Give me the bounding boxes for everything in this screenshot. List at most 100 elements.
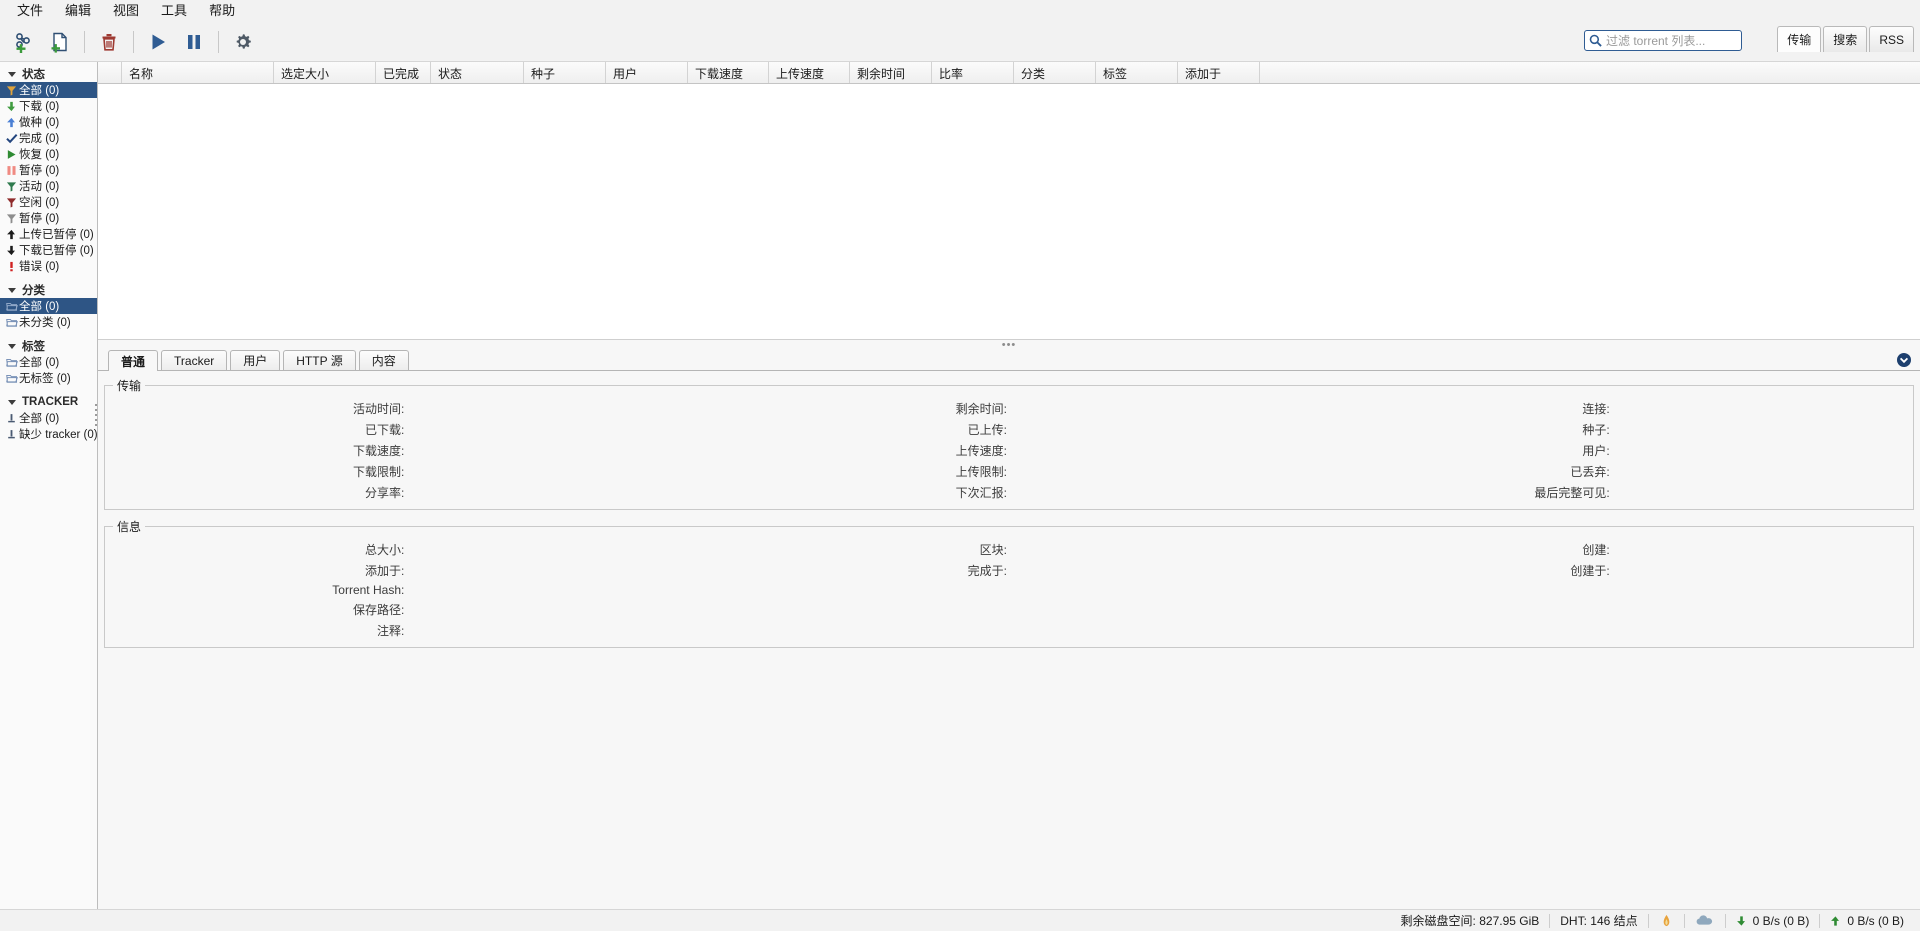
- torrent-list-header: 名称 选定大小 已完成 状态 种子 用户 下载速度 上传速度 剩余时间 比率 分…: [98, 62, 1920, 84]
- sidebar-item-paused[interactable]: 暂停 (0): [0, 162, 97, 178]
- folder-icon: [4, 357, 19, 368]
- details-tab-general[interactable]: 普通: [108, 350, 159, 371]
- field-comment: 注释:: [105, 622, 708, 639]
- menu-item-view[interactable]: 视图: [102, 1, 150, 21]
- sidebar-item-label: 全部 (0): [19, 301, 60, 313]
- firewall-icon: [1663, 914, 1669, 927]
- field-value: [406, 622, 707, 639]
- sidebar-item-label: 空闲 (0): [19, 197, 60, 209]
- sidebar-item-all[interactable]: 全部 (0): [0, 82, 97, 98]
- sidebar-item-resumed[interactable]: 恢复 (0): [0, 146, 97, 162]
- sidebar-group-title: 标签: [22, 341, 45, 353]
- field-value: [1612, 442, 1913, 459]
- status-dht-nodes: DHT: 146 结点: [1560, 914, 1638, 928]
- field-spacer-4: [1310, 601, 1913, 618]
- start-button[interactable]: [143, 27, 173, 57]
- pause-icon: [188, 34, 200, 49]
- column-header-category[interactable]: 分类: [1014, 62, 1096, 83]
- status-alternative-speed[interactable]: [1685, 913, 1725, 928]
- field-label: [708, 601, 1009, 618]
- field-value: [1009, 562, 1310, 579]
- column-header-handle[interactable]: [98, 62, 122, 83]
- pause-button[interactable]: [179, 27, 209, 57]
- sidebar-item-seeding[interactable]: 做种 (0): [0, 114, 97, 130]
- column-header-added-on[interactable]: 添加于: [1178, 62, 1260, 83]
- field-label: 保存路径:: [352, 603, 405, 617]
- sidebar-item-tag-untagged[interactable]: 无标签 (0): [0, 370, 97, 386]
- column-header-done[interactable]: 已完成: [376, 62, 431, 83]
- torrent-list-body[interactable]: [98, 84, 1920, 339]
- column-header-up-speed[interactable]: 上传速度: [769, 62, 850, 83]
- sidebar-item-tracker-all[interactable]: 全部 (0): [0, 410, 97, 426]
- menu-item-help[interactable]: 帮助: [198, 1, 246, 21]
- sidebar-item-label: 未分类 (0): [19, 317, 71, 329]
- sidebar-item-stalled[interactable]: 暂停 (0): [0, 210, 97, 226]
- sidebar-item-label: 完成 (0): [19, 133, 60, 145]
- sidebar-item-stalled-uploading[interactable]: 上传已暂停 (0): [0, 226, 97, 242]
- sidebar-item-label: 上传已暂停 (0): [19, 229, 94, 241]
- sidebar-item-downloading[interactable]: 下载 (0): [0, 98, 97, 114]
- transfer-legend: 传输: [117, 379, 142, 393]
- status-disk-space: 剩余磁盘空间: 827.95 GiB: [1400, 914, 1540, 928]
- add-torrent-link-button[interactable]: [9, 27, 39, 57]
- status-connection-status[interactable]: [1649, 913, 1684, 928]
- details-tab-trackers[interactable]: Tracker: [161, 350, 228, 370]
- details-tab-peers[interactable]: 用户: [230, 350, 281, 370]
- column-header-eta[interactable]: 剩余时间: [850, 62, 932, 83]
- sidebar-item-active[interactable]: 活动 (0): [0, 178, 97, 194]
- field-label: Torrent Hash:: [332, 583, 405, 597]
- add-torrent-file-button[interactable]: [45, 27, 75, 57]
- sidebar-item-tag-all[interactable]: 全部 (0): [0, 354, 97, 370]
- column-header-ratio[interactable]: 比率: [932, 62, 1014, 83]
- sidebar-item-stalled-downloading[interactable]: 下载已暂停 (0): [0, 242, 97, 258]
- sidebar-group-header-tags[interactable]: 标签: [0, 338, 97, 354]
- field-label: 已丢弃:: [1570, 465, 1610, 479]
- search-filter-box[interactable]: [1584, 30, 1742, 51]
- sidebar-item-errored[interactable]: 错误 (0): [0, 258, 97, 274]
- main-tab-strip: 传输 搜索 RSS: [1777, 26, 1914, 52]
- sidebar-item-category-all[interactable]: 全部 (0): [0, 298, 97, 314]
- sidebar-group-header-trackers[interactable]: TRACKER: [0, 394, 97, 410]
- field-seeds: 种子:: [1310, 421, 1913, 438]
- field-label: 剩余时间:: [955, 402, 1007, 416]
- details-tab-content[interactable]: 内容: [358, 350, 409, 370]
- tab-rss[interactable]: RSS: [1869, 26, 1914, 52]
- details-splitter[interactable]: •••: [98, 340, 1920, 351]
- collapse-details-button[interactable]: [1896, 352, 1912, 368]
- delete-button[interactable]: [94, 27, 124, 57]
- field-value: [406, 442, 707, 459]
- cloud-icon: [1696, 915, 1712, 925]
- column-header-seeds[interactable]: 种子: [524, 62, 606, 83]
- field-total-size: 总大小:: [105, 541, 708, 558]
- column-header-selected-size[interactable]: 选定大小: [274, 62, 376, 83]
- field-pieces: 区块:: [708, 541, 1311, 558]
- sidebar-item-completed[interactable]: 完成 (0): [0, 130, 97, 146]
- sidebar-item-category-uncategorized[interactable]: 未分类 (0): [0, 314, 97, 330]
- delete-icon: [102, 33, 116, 51]
- column-header-name[interactable]: 名称: [122, 62, 274, 83]
- search-input[interactable]: [1602, 32, 1737, 49]
- menu-item-tools[interactable]: 工具: [150, 1, 198, 21]
- sidebar-item-label: 缺少 tracker (0): [19, 429, 97, 441]
- menu-item-file[interactable]: 文件: [6, 1, 54, 21]
- status-upload-speed: 0 B/s (0 B): [1820, 911, 1914, 931]
- information-fields: 总大小: 区块: 创建: 添加于: 完成于: 创建于: Torrent Hash…: [105, 541, 1913, 639]
- sidebar-item-label: 全部 (0): [19, 413, 60, 425]
- field-label: 创建于:: [1570, 564, 1610, 578]
- column-header-tags[interactable]: 标签: [1096, 62, 1178, 83]
- column-header-down-speed[interactable]: 下载速度: [688, 62, 769, 83]
- play-icon: [4, 149, 19, 160]
- column-header-peers[interactable]: 用户: [606, 62, 688, 83]
- sidebar-item-tracker-trackerless[interactable]: 缺少 tracker (0): [0, 426, 97, 442]
- sidebar-group-header-categories[interactable]: 分类: [0, 282, 97, 298]
- column-header-status[interactable]: 状态: [431, 62, 524, 83]
- sidebar-group-header-status[interactable]: 状态: [0, 66, 97, 82]
- tab-transfers[interactable]: 传输: [1777, 26, 1822, 52]
- field-value: [1009, 541, 1310, 558]
- options-button[interactable]: [228, 27, 258, 57]
- tab-search[interactable]: 搜索: [1823, 26, 1868, 52]
- toolbar-separator-2: [133, 30, 134, 53]
- sidebar-item-inactive[interactable]: 空闲 (0): [0, 194, 97, 210]
- menu-item-edit[interactable]: 编辑: [54, 1, 102, 21]
- details-tab-httpsources[interactable]: HTTP 源: [283, 350, 356, 370]
